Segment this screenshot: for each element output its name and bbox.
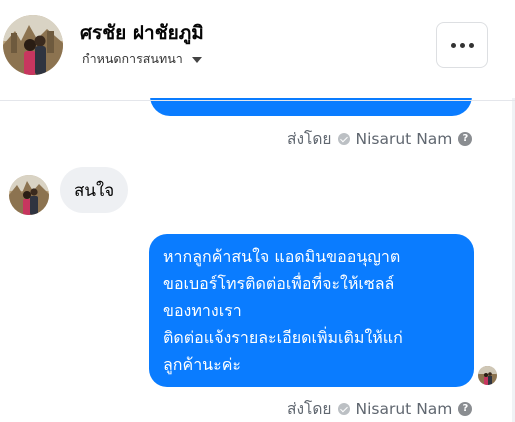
- sent-message-line: ของทางเรา: [163, 301, 242, 320]
- contact-avatar[interactable]: [3, 15, 63, 75]
- sent-message-line: หากลูกค้าสนใจ แอดมินขออนุญาต: [163, 247, 401, 266]
- help-icon[interactable]: ?: [458, 131, 473, 146]
- schedule-label: กำหนดการสนทนา: [82, 51, 183, 66]
- received-message-text: สนใจ: [74, 180, 115, 201]
- more-options-button[interactable]: [436, 22, 488, 68]
- schedule-dropdown[interactable]: กำหนดการสนทนา: [82, 49, 202, 69]
- check-icon: [337, 402, 350, 415]
- help-icon[interactable]: ?: [458, 401, 473, 416]
- sent-by-line: ส่งโดย Nisarut Nam ?: [287, 396, 473, 421]
- sender-name: Nisarut Nam: [355, 399, 453, 418]
- sent-message-line: ติดต่อแจ้งรายละเอียดเพิ่มเติมให้แก่: [163, 328, 403, 347]
- contact-name[interactable]: ศรชัย ฝาชัยภูมิ: [80, 18, 204, 48]
- sent-by-line: ส่งโดย Nisarut Nam ?: [287, 126, 473, 151]
- sent-by-label: ส่งโดย: [287, 400, 332, 418]
- header-divider: [0, 100, 515, 101]
- received-message-bubble: สนใจ: [60, 167, 129, 213]
- check-icon: [337, 132, 350, 145]
- sender-name: Nisarut Nam: [355, 129, 453, 148]
- caret-down-icon: [191, 57, 202, 63]
- seen-avatar: [478, 366, 497, 385]
- sent-message-line: ขอเบอร์โทรติดต่อเพื่อที่จะให้เซลล์: [163, 274, 395, 293]
- sent-message-bubble: หากลูกค้าสนใจ แอดมินขออนุญาต ขอเบอร์โทรต…: [149, 234, 474, 387]
- more-icon: [450, 42, 474, 48]
- sent-message-line: ลูกค้านะค่ะ: [163, 355, 242, 374]
- conversation-header: ศรชัย ฝาชัยภูมิ กำหนดการสนทนา: [0, 0, 515, 98]
- sent-by-label: ส่งโดย: [287, 130, 332, 148]
- contact-avatar-small[interactable]: [9, 175, 49, 215]
